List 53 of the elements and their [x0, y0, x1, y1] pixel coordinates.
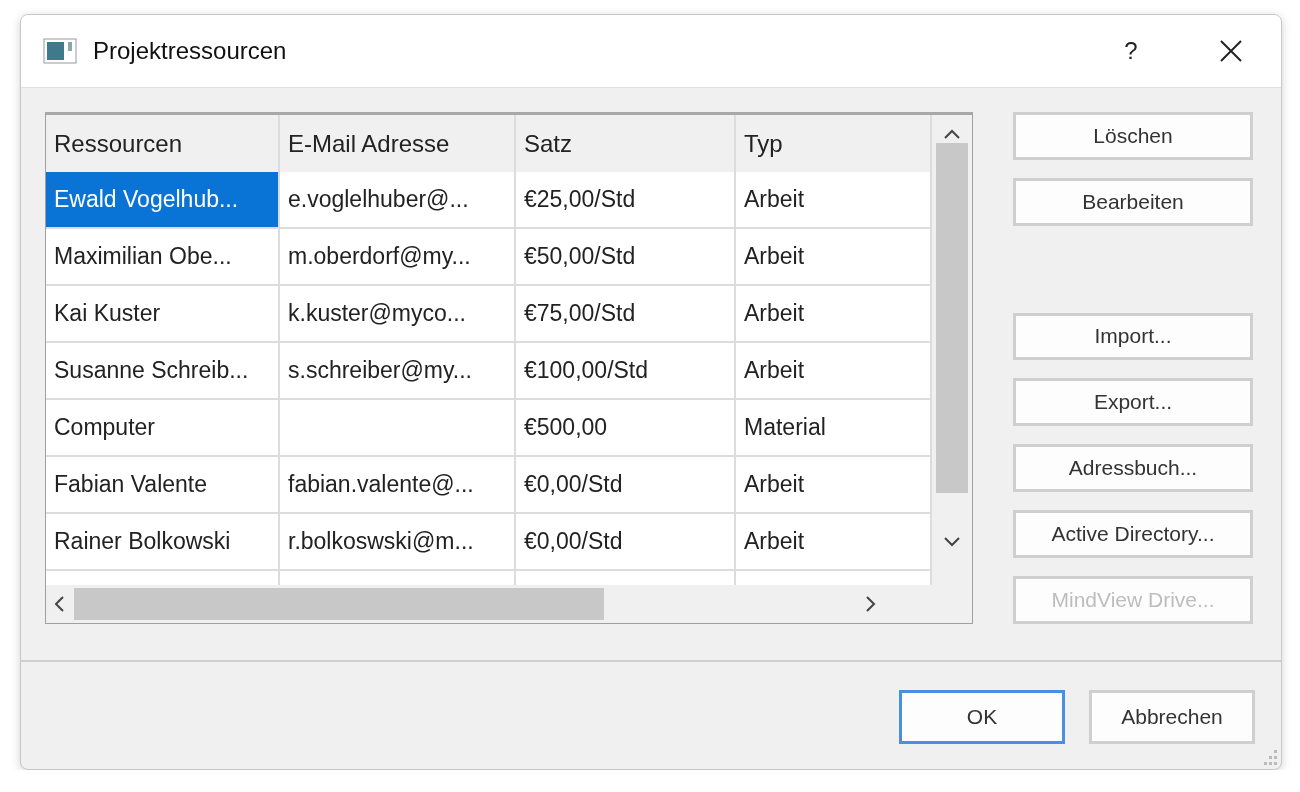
table-cell[interactable]: [280, 400, 516, 457]
chevron-up-icon: [944, 129, 960, 139]
table-cell[interactable]: €500,00: [516, 400, 736, 457]
table-cell[interactable]: fabian.valente@...: [280, 457, 516, 514]
dialog-button[interactable]: Import...: [1013, 312, 1253, 361]
table-cell[interactable]: k.kuster@myco...: [280, 286, 516, 343]
table-cell[interactable]: s.schreiber@my...: [280, 343, 516, 400]
dialog-button[interactable]: Löschen: [1013, 112, 1253, 160]
dialog-button[interactable]: Abbrechen: [1089, 690, 1255, 744]
table-cell[interactable]: Susanne Schreib...: [46, 343, 280, 400]
table-cell[interactable]: Material: [736, 400, 932, 457]
table-cell[interactable]: Computer: [46, 400, 280, 457]
vertical-scrollbar[interactable]: [932, 115, 972, 585]
table-cell[interactable]: Arbeit: [736, 172, 932, 229]
table-cell[interactable]: Ewald Vogelhub...: [46, 172, 280, 229]
window-icon: [43, 38, 77, 64]
table-cell[interactable]: €25,00/Std: [516, 172, 736, 229]
table-cell[interactable]: m.oberdorf@my...: [280, 229, 516, 286]
table-cell[interactable]: Maximilian Obe...: [46, 229, 280, 286]
table-cell[interactable]: Arbeit: [736, 229, 932, 286]
close-icon: [1219, 39, 1243, 63]
table-cell[interactable]: €0,00/Std: [516, 457, 736, 514]
chevron-left-icon: [54, 596, 64, 612]
dialog-button[interactable]: Bearbeiten: [1013, 177, 1253, 226]
dialog-button[interactable]: OK: [899, 690, 1065, 744]
table-cell[interactable]: r.bolkoswski@m...: [280, 514, 516, 571]
table-cell[interactable]: €0,00/Std: [516, 514, 736, 571]
dialog-button[interactable]: Adressbuch...: [1013, 444, 1253, 493]
table-cell[interactable]: Arbeit: [736, 343, 932, 400]
window-title: Projektressourcen: [93, 37, 288, 65]
table-cell[interactable]: Arbeit: [736, 286, 932, 343]
column-header[interactable]: Typ: [736, 115, 932, 175]
resize-grip-icon: [1262, 750, 1277, 765]
table-cell[interactable]: Fabian Valente: [46, 457, 280, 514]
table-cell[interactable]: Kai Kuster: [46, 286, 280, 343]
table-cell[interactable]: e.voglelhuber@...: [280, 172, 516, 229]
table-cell[interactable]: €75,00/Std: [516, 286, 736, 343]
scrollbar-thumb[interactable]: [74, 588, 604, 620]
table-cell[interactable]: €50,00/Std: [516, 229, 736, 286]
column-header[interactable]: E-Mail Adresse: [280, 115, 516, 175]
column-header[interactable]: Ressourcen: [46, 115, 280, 175]
table-cell[interactable]: Arbeit: [736, 514, 932, 571]
scrollbar-thumb[interactable]: [936, 143, 968, 493]
horizontal-scrollbar[interactable]: [46, 585, 932, 623]
table-cell[interactable]: Rainer Bolkowski: [46, 514, 280, 571]
help-button[interactable]: ?: [1081, 15, 1181, 87]
dialog-button[interactable]: Export...: [1013, 378, 1253, 427]
table-cell[interactable]: Arbeit: [736, 457, 932, 514]
dialog-button[interactable]: Active Directory...: [1013, 510, 1253, 559]
column-header[interactable]: Satz: [516, 115, 736, 175]
table-cell[interactable]: €100,00/Std: [516, 343, 736, 400]
chevron-down-icon: [944, 537, 960, 547]
chevron-right-icon: [866, 596, 876, 612]
